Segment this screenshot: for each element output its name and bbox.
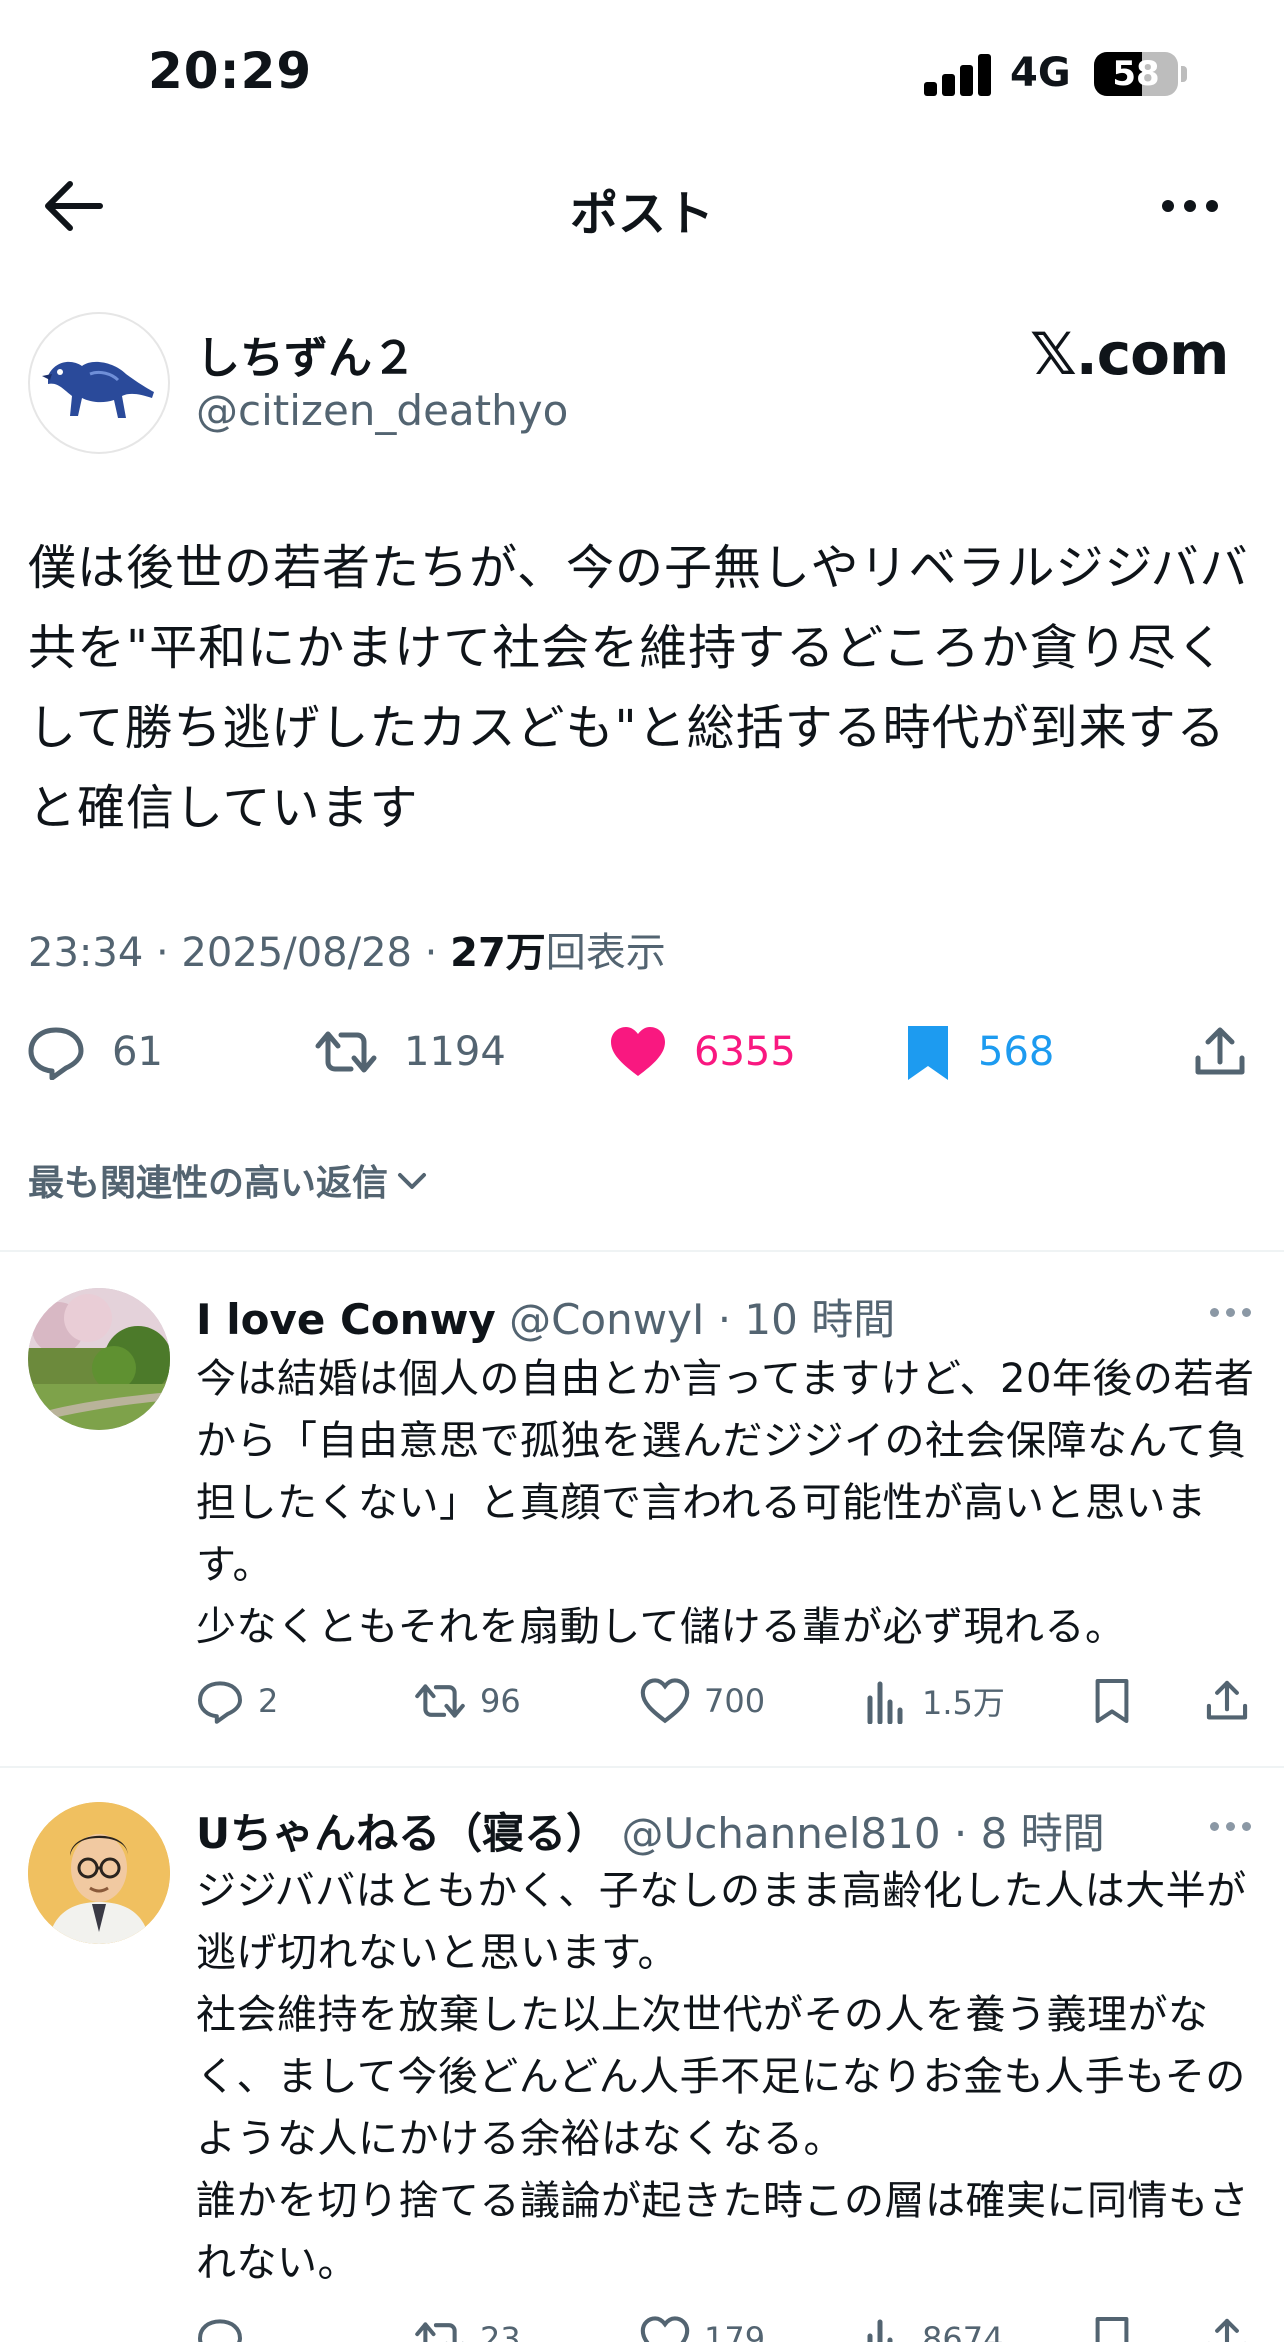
- battery-tip: [1181, 66, 1187, 82]
- x-brand-logo: 𝕏.com: [1030, 320, 1229, 388]
- reply-like-button[interactable]: 179: [640, 2312, 765, 2342]
- reply-author-handle[interactable]: @Uchannel810: [621, 1809, 940, 1858]
- bookmark-filled-icon: [908, 1026, 948, 1080]
- reply-views-button[interactable]: 1.5万: [866, 1674, 1005, 1728]
- heart-icon: [640, 1678, 690, 1724]
- bookmark-button[interactable]: 568: [904, 1020, 1054, 1084]
- reply-author-name[interactable]: Uちゃんねる（寝る）: [196, 1809, 608, 1858]
- reply-author-name[interactable]: I love Conwy: [196, 1295, 496, 1344]
- reply-more-icon[interactable]: [1210, 1822, 1254, 1834]
- reply-time: · 10 時間: [704, 1295, 896, 1344]
- reply-count: 61: [112, 1029, 163, 1075]
- share-icon: [1206, 1680, 1248, 1720]
- analytics-icon: [867, 2319, 893, 2342]
- reply-share-button[interactable]: [1204, 2312, 1264, 2342]
- status-time: 20:29: [148, 42, 313, 100]
- post-time: 23:34 · 2025/08/28 ·: [28, 930, 451, 976]
- reply-avatar[interactable]: [28, 1802, 170, 1944]
- reply-bookmark-button[interactable]: [1092, 1674, 1146, 1728]
- divider: [0, 1766, 1284, 1768]
- reply-sort-label: 最も関連性の高い返信: [28, 1163, 389, 1204]
- repost-icon: [315, 1031, 377, 1073]
- battery-icon: 58: [1094, 52, 1178, 96]
- author-handle[interactable]: @citizen_deathyo: [196, 386, 568, 435]
- signal-strength-icon: [924, 54, 992, 96]
- network-type: 4G: [1010, 50, 1071, 96]
- reply-text: 今は結婚は個人の自由とか言ってますけど、20年後の若者から「自由意思で孤独を選ん…: [196, 1356, 1255, 1650]
- chevron-down-icon: [398, 1173, 427, 1189]
- repost-icon: [415, 2322, 464, 2342]
- reply-author-handle[interactable]: @ConwyI: [509, 1295, 704, 1344]
- reply-reply-count: 2: [258, 1682, 279, 1720]
- reply-more-icon[interactable]: [1210, 1308, 1254, 1320]
- reply-header: Uちゃんねる（寝る） @Uchannel810 · 8 時間: [196, 1800, 1105, 1861]
- post-text: 僕は後世の若者たちが、今の子無しやリベラルジジババ共を"平和にかまけて社会を維持…: [28, 540, 1249, 836]
- author-name[interactable]: しちずん２: [196, 322, 416, 386]
- reply-views-button[interactable]: 8674: [866, 2312, 1003, 2342]
- reply-repost-count: 96: [480, 1682, 521, 1720]
- reply-button[interactable]: 61: [26, 1020, 163, 1084]
- divider: [0, 1250, 1284, 1252]
- repost-count: 1194: [404, 1029, 506, 1075]
- analytics-icon: [867, 1681, 903, 1724]
- reply-bookmark-button[interactable]: [1092, 2312, 1146, 2342]
- reply-text: ジジババはともかく、子なしのまま高齢化した人は大半が逃げ切れないと思います。 社…: [196, 1868, 1249, 2286]
- reply-view-count: 8674: [922, 2320, 1004, 2342]
- like-button[interactable]: 6355: [608, 1020, 796, 1084]
- reply-header: I love Conwy @ConwyI · 10 時間: [196, 1286, 895, 1347]
- reply-reply-button[interactable]: 2: [196, 1674, 278, 1728]
- reply-like-button[interactable]: 700: [640, 1674, 765, 1728]
- reply-icon: [28, 1027, 84, 1080]
- reply-reply-button[interactable]: [196, 2312, 258, 2342]
- reply-view-count: 1.5万: [922, 1684, 1005, 1722]
- page-title: ポスト: [569, 186, 714, 242]
- battery-level: 58: [1112, 54, 1160, 94]
- repost-icon: [415, 1684, 465, 1718]
- reply-icon: [198, 1681, 242, 1724]
- reply-like-count: 179: [704, 2320, 766, 2342]
- view-label: 回表示: [545, 930, 666, 976]
- share-icon: [1195, 1027, 1245, 1075]
- like-count: 6355: [694, 1029, 796, 1075]
- heart-filled-icon: [611, 1027, 665, 1076]
- bookmark-icon: [1095, 1679, 1129, 1723]
- reply-repost-button[interactable]: 96: [414, 1674, 521, 1728]
- repost-button[interactable]: 1194: [314, 1020, 506, 1084]
- bookmark-icon: [1095, 2317, 1129, 2342]
- bookmark-count: 568: [978, 1029, 1055, 1075]
- post-meta: 23:34 · 2025/08/28 · 27万回表示: [28, 920, 666, 978]
- reply-like-count: 700: [704, 1682, 766, 1720]
- reply-sort-selector[interactable]: 最も関連性の高い返信: [28, 1154, 430, 1206]
- reply-icon: [198, 2319, 242, 2342]
- reply-share-button[interactable]: [1204, 1674, 1264, 1728]
- share-icon: [1208, 2318, 1246, 2342]
- share-button[interactable]: [1192, 1020, 1274, 1084]
- reply-avatar[interactable]: [28, 1288, 170, 1430]
- reply-repost-count: 23: [480, 2320, 521, 2342]
- reply-repost-button[interactable]: 23: [414, 2312, 521, 2342]
- view-count: 27万: [450, 930, 546, 976]
- heart-icon: [640, 2316, 690, 2342]
- reply-time: · 8 時間: [940, 1809, 1105, 1858]
- more-options-icon[interactable]: [1160, 196, 1220, 216]
- author-avatar[interactable]: [28, 312, 170, 454]
